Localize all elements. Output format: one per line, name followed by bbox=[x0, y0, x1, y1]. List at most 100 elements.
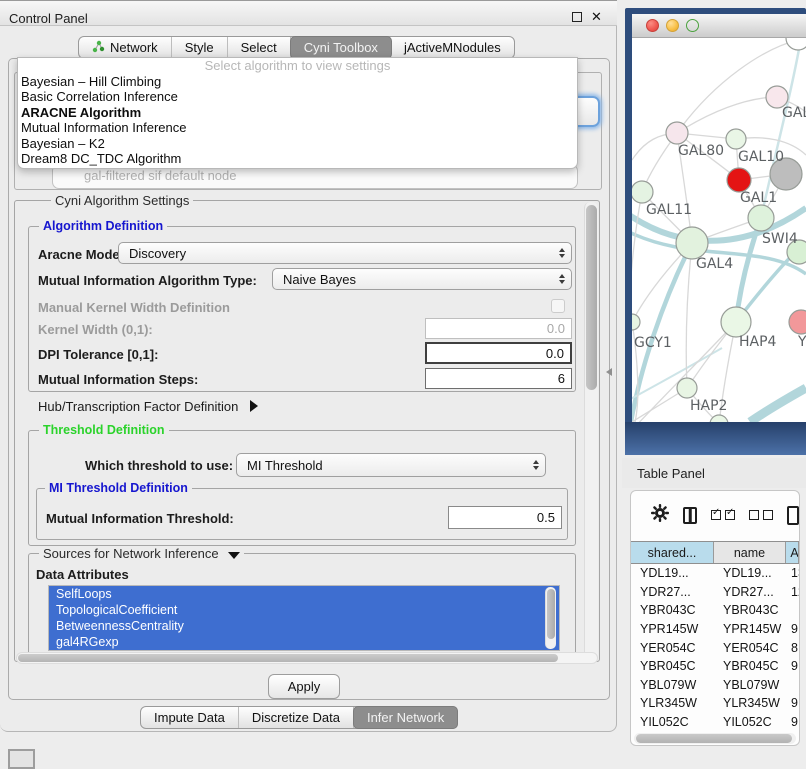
table-cell: YIL052C bbox=[631, 713, 714, 732]
table-row[interactable]: YDL19...YDL19...13 bbox=[631, 564, 799, 583]
table-column-header[interactable]: shared... bbox=[631, 542, 714, 563]
mi-steps-field[interactable]: 6 bbox=[425, 368, 572, 389]
data-attributes-label: Data Attributes bbox=[36, 567, 129, 582]
close-traffic-light-icon[interactable] bbox=[646, 19, 659, 32]
table-column-header[interactable]: name bbox=[714, 542, 786, 563]
close-icon[interactable]: ✕ bbox=[591, 9, 602, 25]
network-node[interactable] bbox=[666, 122, 688, 144]
table-hscrollbar-track[interactable] bbox=[634, 733, 796, 744]
algorithm-option[interactable]: Bayesian – K2 bbox=[18, 136, 577, 151]
table-cell: YBR045C bbox=[631, 657, 714, 676]
network-canvas[interactable]: GALGAL80GAL10GAL1GAL11SWI4GAL4GCY1HAP4YH… bbox=[632, 38, 806, 422]
network-node-label: SWI4 bbox=[762, 231, 798, 247]
network-node-label: HAP2 bbox=[690, 398, 727, 414]
aracne-mode-combobox[interactable]: Discovery bbox=[118, 242, 572, 264]
algorithm-option[interactable]: Dream8 DC_TDC Algorithm bbox=[18, 151, 577, 166]
network-node-label: GAL80 bbox=[678, 143, 724, 159]
tab-jactivemnodules[interactable]: jActiveMNodules bbox=[391, 37, 514, 58]
table-cell: 9. bbox=[786, 620, 799, 639]
table-row[interactable]: YIL052CYIL052C9. bbox=[631, 713, 799, 732]
table-row[interactable]: YLR345WYLR345W9. bbox=[631, 694, 799, 713]
network-node[interactable] bbox=[632, 314, 640, 330]
stepper-icon bbox=[559, 248, 565, 258]
network-node[interactable] bbox=[748, 205, 774, 231]
columns-icon[interactable] bbox=[683, 507, 697, 524]
network-node[interactable] bbox=[726, 129, 746, 149]
panel-splitter-handle[interactable] bbox=[606, 368, 612, 376]
network-node[interactable] bbox=[789, 310, 806, 334]
table-cell: YDR27... bbox=[714, 583, 786, 602]
network-node[interactable] bbox=[676, 227, 708, 259]
export-table-icon[interactable] bbox=[787, 506, 799, 525]
table-toolbar bbox=[631, 491, 799, 539]
network-edge[interactable] bbox=[632, 192, 642, 322]
tab-select[interactable]: Select bbox=[228, 37, 291, 58]
table-column-header[interactable]: A bbox=[786, 542, 799, 563]
tab-impute-data[interactable]: Impute Data bbox=[141, 707, 239, 728]
network-window-titlebar[interactable] bbox=[632, 14, 806, 38]
algorithm-option[interactable]: Basic Correlation Inference bbox=[18, 89, 577, 104]
manual-kernel-checkbox[interactable] bbox=[551, 299, 565, 313]
table-cell: YBR045C bbox=[714, 657, 786, 676]
zoom-traffic-light-icon[interactable] bbox=[686, 19, 699, 32]
network-node[interactable] bbox=[721, 307, 751, 337]
apply-button[interactable]: Apply bbox=[268, 674, 340, 699]
table-row[interactable]: YDR27...YDR27...12 bbox=[631, 583, 799, 602]
tab-infer-network[interactable]: Infer Network bbox=[353, 706, 458, 729]
table-row[interactable]: YER054CYER054C8. bbox=[631, 638, 799, 657]
network-node[interactable] bbox=[727, 168, 751, 192]
float-window-icon[interactable] bbox=[572, 12, 582, 22]
which-threshold-combobox[interactable]: MI Threshold bbox=[236, 453, 546, 477]
table-row[interactable]: YBR043CYBR043C bbox=[631, 601, 799, 620]
mi-threshold-field[interactable]: 0.5 bbox=[448, 506, 562, 529]
stepper-icon bbox=[559, 274, 565, 284]
algorithm-option[interactable]: Mutual Information Inference bbox=[18, 120, 577, 135]
mi-type-combobox[interactable]: Naive Bayes bbox=[272, 268, 572, 290]
settings-hscrollbar-thumb[interactable] bbox=[18, 654, 558, 662]
table-row[interactable]: YBL079WYBL079W bbox=[631, 676, 799, 695]
control-panel-tabs: Network Style Select Cyni Toolbox jActiv… bbox=[78, 36, 515, 59]
table-row[interactable]: YBR045CYBR045C9. bbox=[631, 657, 799, 676]
data-attributes-list[interactable]: SelfLoopsTopologicalCoefficientBetweenne… bbox=[48, 585, 560, 651]
minimize-traffic-light-icon[interactable] bbox=[666, 19, 679, 32]
table-cell: YDR27... bbox=[631, 583, 714, 602]
deselect-all-columns-icon[interactable] bbox=[749, 510, 773, 520]
network-node-label: GAL4 bbox=[696, 256, 733, 272]
attribute-list-item[interactable]: TopologicalCoefficient bbox=[49, 602, 559, 618]
network-node[interactable] bbox=[786, 38, 806, 50]
sources-group-title[interactable]: Sources for Network Inference bbox=[39, 546, 244, 561]
table-hscrollbar-thumb[interactable] bbox=[636, 734, 792, 743]
mi-threshold-group-title: MI Threshold Definition bbox=[45, 481, 192, 495]
cyni-settings-title: Cyni Algorithm Settings bbox=[51, 193, 193, 208]
network-node-label: Y bbox=[797, 334, 806, 350]
network-node-label: GAL bbox=[782, 105, 806, 121]
gear-icon[interactable] bbox=[651, 504, 669, 527]
dpi-tolerance-field[interactable]: 0.0 bbox=[425, 342, 572, 364]
table-cell: 13 bbox=[786, 564, 799, 583]
table-cell: YER054C bbox=[714, 638, 786, 657]
tab-discretize-data[interactable]: Discretize Data bbox=[239, 707, 354, 728]
network-node[interactable] bbox=[632, 181, 653, 203]
minimized-panel-icon[interactable] bbox=[8, 749, 35, 769]
network-icon bbox=[92, 40, 105, 56]
settings-scrollbar-thumb[interactable] bbox=[586, 205, 597, 390]
tab-network[interactable]: Network bbox=[79, 37, 172, 58]
algorithm-option[interactable]: ARACNE Algorithm bbox=[18, 105, 577, 120]
table-row[interactable]: YPR145WYPR145W9. bbox=[631, 620, 799, 639]
network-node[interactable] bbox=[677, 378, 697, 398]
kernel-width-field[interactable]: 0.0 bbox=[425, 318, 572, 339]
algorithm-dropdown-list: Bayesian – Hill ClimbingBasic Correlatio… bbox=[18, 74, 577, 166]
network-node[interactable] bbox=[710, 415, 728, 422]
attribute-list-item[interactable]: SelfLoops bbox=[49, 586, 559, 602]
attributes-scrollbar-thumb[interactable] bbox=[547, 589, 555, 639]
attribute-list-item[interactable]: BetweennessCentrality bbox=[49, 618, 559, 634]
attribute-list-item[interactable]: gal4RGexp bbox=[49, 634, 559, 650]
hub-definition-toggle[interactable]: Hub/Transcription Factor Definition bbox=[38, 399, 258, 414]
tab-cyni-toolbox[interactable]: Cyni Toolbox bbox=[290, 36, 392, 59]
table-cell: 9. bbox=[786, 694, 799, 713]
tab-style[interactable]: Style bbox=[172, 37, 228, 58]
network-edge[interactable] bbox=[750, 388, 806, 422]
select-all-columns-icon[interactable] bbox=[711, 510, 735, 520]
algorithm-option[interactable]: Bayesian – Hill Climbing bbox=[18, 74, 577, 89]
table-cell: 12 bbox=[786, 583, 799, 602]
